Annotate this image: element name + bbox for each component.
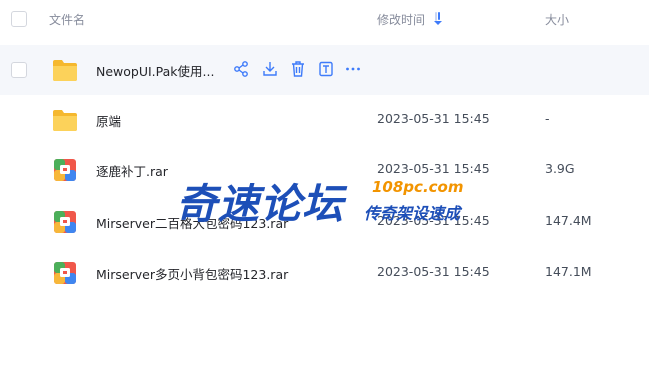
file-name[interactable]: Mirserver二百格大包密码123.rar [96, 213, 288, 232]
folder-icon [53, 110, 77, 131]
file-size: - [545, 111, 550, 126]
file-name[interactable]: 逐鹿补丁.rar [96, 161, 168, 180]
file-row-newopui[interactable]: NewopUI.Pak使用... [0, 45, 649, 95]
file-row-yuanduan[interactable]: 原端 2023-05-31 15:45 - [0, 95, 649, 145]
delete-icon[interactable] [289, 60, 307, 78]
more-icon[interactable] [344, 60, 362, 78]
row-checkbox[interactable] [11, 62, 27, 78]
file-row-zhulu[interactable]: 逐鹿补丁.rar 2023-05-31 15:45 3.9G [0, 145, 649, 195]
share-icon[interactable] [232, 60, 250, 78]
rename-icon[interactable] [317, 60, 335, 78]
file-modified-time: 2023-05-31 15:45 [377, 264, 490, 279]
column-header-size[interactable]: 大小 [545, 11, 569, 28]
file-modified-time: 2023-05-31 15:45 [377, 161, 490, 176]
file-name[interactable]: Mirserver多页小背包密码123.rar [96, 264, 288, 283]
column-header-time[interactable]: 修改时间 [377, 11, 425, 28]
folder-icon [53, 60, 77, 81]
file-name[interactable]: NewopUI.Pak使用... [96, 61, 214, 80]
sort-descending-icon[interactable] [433, 12, 443, 26]
archive-file-icon [54, 262, 76, 284]
file-row-mirserver-200[interactable]: Mirserver二百格大包密码123.rar 2023-05-31 15:45… [0, 197, 649, 247]
file-modified-time: 2023-05-31 15:45 [377, 111, 490, 126]
column-header-name[interactable]: 文件名 [49, 11, 85, 28]
file-size: 147.1M [545, 264, 592, 279]
select-all-checkbox[interactable] [11, 11, 27, 27]
file-row-mirserver-multipage[interactable]: Mirserver多页小背包密码123.rar 2023-05-31 15:45… [0, 248, 649, 298]
file-size: 147.4M [545, 213, 592, 228]
archive-file-icon [54, 211, 76, 233]
file-list-header: 文件名 修改时间 大小 [0, 0, 649, 40]
file-name[interactable]: 原端 [96, 111, 121, 130]
archive-file-icon [54, 159, 76, 181]
download-icon[interactable] [261, 60, 279, 78]
file-size: 3.9G [545, 161, 575, 176]
file-modified-time: 2023-05-31 15:45 [377, 213, 490, 228]
